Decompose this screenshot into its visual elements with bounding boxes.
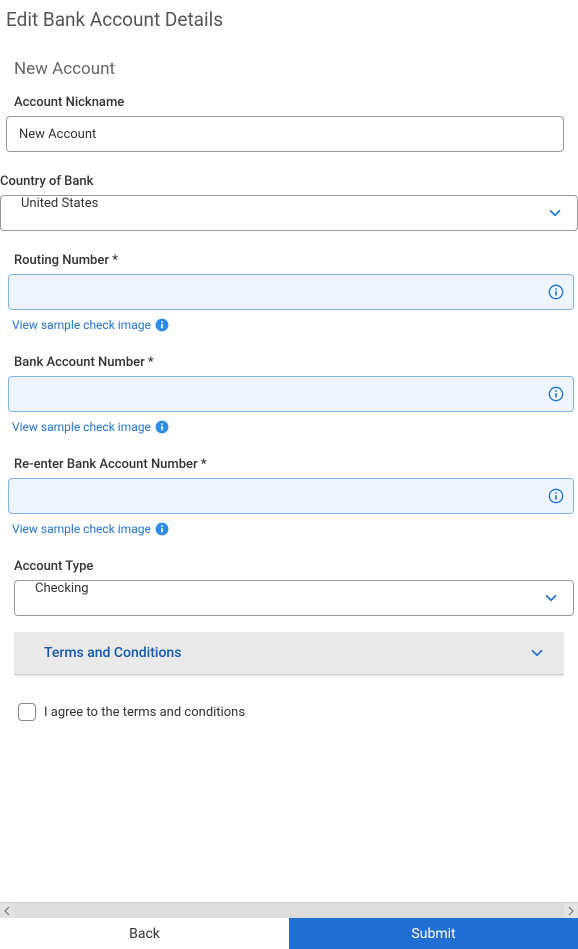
- reenter-label: Re-enter Bank Account Number *: [0, 451, 578, 478]
- field-account-type: Account Type Checking: [0, 553, 578, 616]
- field-country: Country of Bank United States: [0, 168, 578, 231]
- horizontal-scrollbar[interactable]: [0, 902, 578, 918]
- agree-checkbox[interactable]: [18, 703, 36, 721]
- reenter-input[interactable]: [8, 478, 574, 514]
- account-label: Bank Account Number *: [0, 349, 578, 376]
- section-title: New Account: [0, 37, 578, 89]
- agree-text: I agree to the terms and conditions: [44, 705, 245, 720]
- account-type-select[interactable]: Checking: [14, 580, 574, 616]
- info-badge-icon: [155, 318, 169, 332]
- scroll-left-arrow[interactable]: [0, 903, 14, 919]
- nickname-label: Account Nickname: [0, 89, 578, 116]
- nickname-input[interactable]: [6, 116, 564, 152]
- country-select[interactable]: United States: [0, 195, 578, 231]
- back-button[interactable]: Back: [0, 918, 289, 949]
- sample-link-text: View sample check image: [12, 420, 151, 434]
- info-icon[interactable]: [548, 386, 564, 402]
- submit-button[interactable]: Submit: [289, 918, 578, 949]
- info-icon[interactable]: [548, 488, 564, 504]
- scroll-track[interactable]: [14, 903, 564, 919]
- terms-title: Terms and Conditions: [44, 645, 181, 661]
- account-sample-link[interactable]: View sample check image: [0, 412, 169, 434]
- field-routing: Routing Number * View sample check image: [0, 247, 578, 333]
- field-reenter: Re-enter Bank Account Number * View samp…: [0, 451, 578, 537]
- sample-link-text: View sample check image: [12, 318, 151, 332]
- field-account: Bank Account Number * View sample check …: [0, 349, 578, 435]
- sample-link-text: View sample check image: [12, 522, 151, 536]
- info-badge-icon: [155, 522, 169, 536]
- info-badge-icon: [155, 420, 169, 434]
- page-title: Edit Bank Account Details: [0, 0, 578, 37]
- terms-accordion[interactable]: Terms and Conditions: [14, 632, 564, 675]
- routing-sample-link[interactable]: View sample check image: [0, 310, 169, 332]
- agree-row: I agree to the terms and conditions: [0, 675, 578, 721]
- account-input[interactable]: [8, 376, 574, 412]
- account-type-label: Account Type: [0, 553, 578, 580]
- footer-buttons: Back Submit: [0, 918, 578, 949]
- chevron-down-icon: [528, 644, 546, 662]
- info-icon[interactable]: [548, 284, 564, 300]
- country-label: Country of Bank: [0, 168, 578, 195]
- routing-label: Routing Number *: [0, 247, 578, 274]
- field-nickname: Account Nickname: [0, 89, 578, 152]
- scroll-right-arrow[interactable]: [564, 903, 578, 919]
- routing-input[interactable]: [8, 274, 574, 310]
- reenter-sample-link[interactable]: View sample check image: [0, 514, 169, 536]
